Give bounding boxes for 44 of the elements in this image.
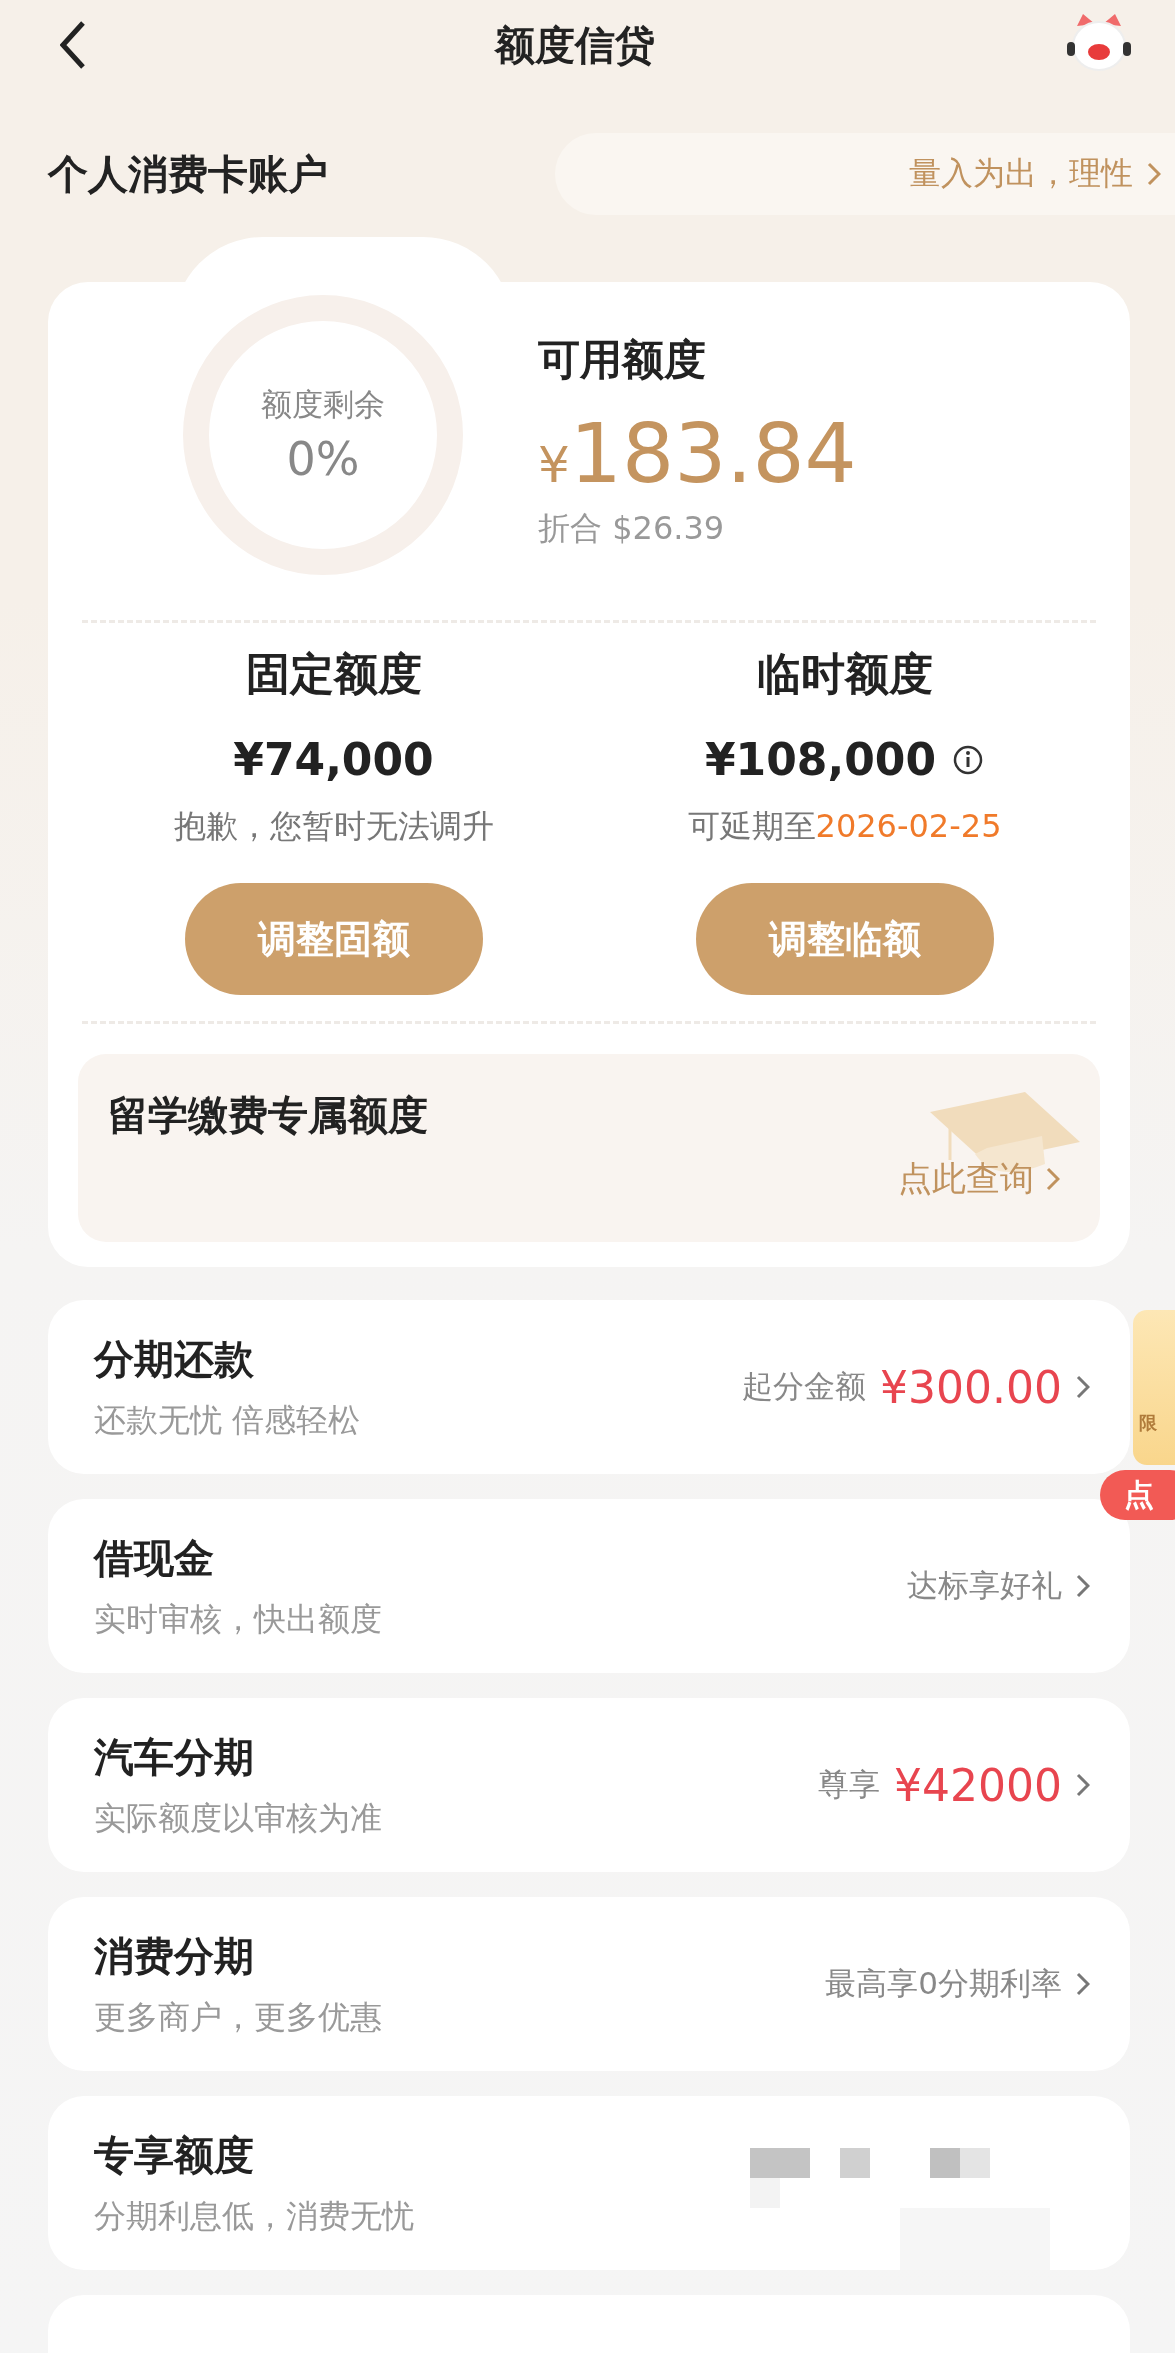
chevron-icon xyxy=(1076,1972,1090,1996)
study-abroad-panel[interactable]: 留学缴费专属额度 点此查询 xyxy=(78,1054,1100,1242)
service-subtitle: 实时审核，快出额度 xyxy=(94,1598,382,1640)
chevron-icon xyxy=(1076,1375,1090,1399)
service-note: 最高享0分期利率 xyxy=(825,1964,1062,2003)
info-icon[interactable] xyxy=(952,743,984,776)
page-title: 额度信贷 xyxy=(494,20,655,70)
service-note: 起分金额 xyxy=(742,1367,867,1406)
limit-note: 抱歉，您暂时无法调升 xyxy=(173,806,494,847)
account-title: 个人消费卡账户 xyxy=(48,149,328,199)
service-title: 专享额度 xyxy=(94,2130,255,2180)
limit-title: 临时额度 xyxy=(756,647,933,701)
ring-value: 0% xyxy=(286,432,360,486)
chevron-icon xyxy=(1147,162,1161,186)
service-title: 消费分期 xyxy=(94,1931,255,1981)
promo-label: 限 xyxy=(1139,1411,1157,1435)
chevron-icon xyxy=(1076,1773,1090,1797)
service-subtitle: 还款无忧 倍感轻松 xyxy=(94,1399,361,1441)
study-title: 留学缴费专属额度 xyxy=(108,1091,428,1140)
ring-label: 额度剩余 xyxy=(261,385,385,424)
service-note: 尊享 xyxy=(818,1765,881,1804)
limit-note: 可延期至2026-02-25 xyxy=(687,806,1002,847)
back-icon[interactable] xyxy=(60,20,86,70)
available-label: 可用额度 xyxy=(538,334,707,386)
service-subtitle: 分期利息低，消费无忧 xyxy=(94,2195,414,2237)
service-note: 达标享好礼 xyxy=(907,1566,1062,1605)
service-card[interactable]: 汽车分期 实际额度以审核为准 尊享 ¥42000 xyxy=(48,1698,1130,1872)
service-card[interactable]: 消费分期 更多商户，更多优惠 最高享0分期利率 xyxy=(48,1897,1130,2071)
available-amount: ¥183.84 xyxy=(538,406,857,501)
service-title: 借现金 xyxy=(94,1533,215,1583)
limit-title: 固定额度 xyxy=(245,647,422,701)
service-subtitle: 更多商户，更多优惠 xyxy=(94,1996,382,2038)
chevron-icon xyxy=(1076,1574,1090,1598)
converted-amount: 折合 $26.39 xyxy=(538,508,726,549)
service-title: 汽车分期 xyxy=(94,1732,255,1782)
service-amount: ¥42000 xyxy=(894,1759,1062,1811)
service-subtitle: 实际额度以审核为准 xyxy=(94,1797,382,1839)
service-amount: ¥300.00 xyxy=(880,1361,1062,1413)
limit-amount: ¥108,000 xyxy=(705,734,936,785)
chevron-icon xyxy=(1046,1167,1060,1191)
limit-amount: ¥74,000 xyxy=(233,734,434,785)
service-card[interactable]: 分期还款 还款无忧 倍感轻松 起分金额 ¥300.00 xyxy=(48,1300,1130,1474)
service-title: 分期还款 xyxy=(94,1334,255,1384)
service-card[interactable]: 专享额度 分期利息低，消费无忧 xyxy=(48,2096,1130,2270)
